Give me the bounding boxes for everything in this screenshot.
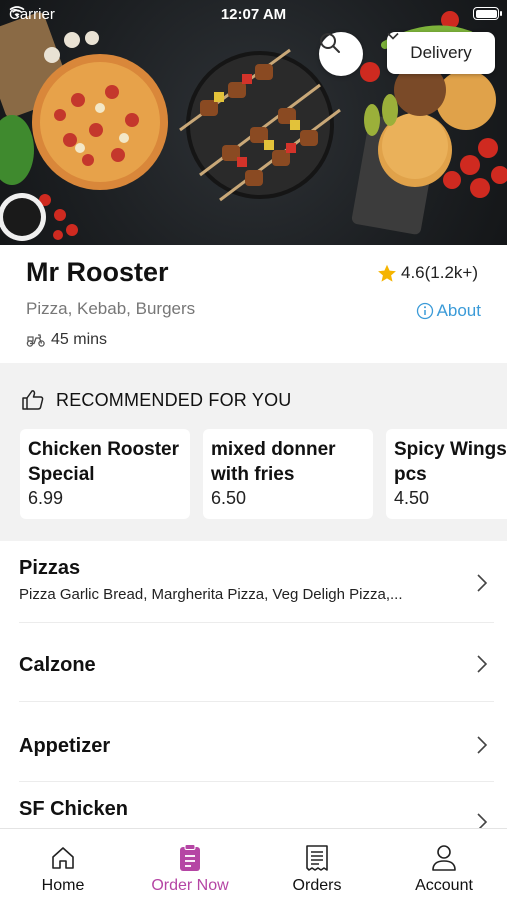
chevron-right-icon xyxy=(477,736,488,754)
recommended-item-price: 6.99 xyxy=(28,488,64,508)
info-icon xyxy=(416,302,433,320)
search-button[interactable] xyxy=(319,32,363,76)
tab-label: Orders xyxy=(292,877,342,894)
recommended-item-title: Spicy Wings 6 pcs xyxy=(394,439,507,485)
delivery-mode-label: Delivery xyxy=(410,43,472,62)
chevron-right-icon xyxy=(477,655,488,673)
tab-orders[interactable]: Orders xyxy=(254,829,380,900)
order-icon xyxy=(180,844,200,871)
chevron-right-icon xyxy=(477,813,488,828)
category-row-sf-chicken[interactable]: SF Chicken xyxy=(19,798,494,828)
tab-label: Order Now xyxy=(151,877,229,894)
bottom-tab-bar: Home Order Now Orders Account xyxy=(0,828,507,900)
recommended-item-price: 6.50 xyxy=(211,488,247,508)
person-icon xyxy=(432,845,456,871)
chevron-down-icon xyxy=(387,32,399,40)
tab-label: Account xyxy=(415,877,473,894)
recommended-item-card[interactable]: Chicken Rooster Special 6.99 xyxy=(20,429,190,519)
home-icon xyxy=(52,847,74,869)
status-time: 12:07 AM xyxy=(220,6,287,23)
category-name: Appetizer xyxy=(19,735,111,757)
divider xyxy=(19,622,494,623)
hero-banner: Carrier 12:07 AM Delivery xyxy=(0,0,507,245)
search-icon xyxy=(320,33,340,53)
recommended-title: RECOMMENDED FOR YOU xyxy=(56,389,292,410)
about-link[interactable]: About xyxy=(416,301,481,321)
recommended-item-card[interactable]: Spicy Wings 6 pcs 4.50 xyxy=(386,429,507,519)
recommended-item-title: mixed donner with fries xyxy=(211,439,336,485)
divider xyxy=(19,701,494,702)
status-bar: Carrier 12:07 AM xyxy=(0,0,507,28)
delivery-mode-select[interactable]: Delivery xyxy=(387,32,495,74)
delivery-time: 45 mins xyxy=(26,331,107,349)
recommended-item-card[interactable]: mixed donner with fries 6.50 xyxy=(203,429,373,519)
category-description: Pizza Garlic Bread, Margherita Pizza, Ve… xyxy=(19,586,403,603)
receipt-icon xyxy=(306,845,328,871)
restaurant-name: Mr Rooster xyxy=(26,257,169,287)
recommended-list: Chicken Rooster Special 6.99 mixed donne… xyxy=(20,429,507,519)
restaurant-cuisines: Pizza, Kebab, Burgers xyxy=(26,299,196,318)
tab-label: Home xyxy=(41,877,85,894)
category-name: Calzone xyxy=(19,654,96,676)
tab-account[interactable]: Account xyxy=(381,829,507,900)
category-row-appetizer[interactable]: Appetizer xyxy=(19,735,494,758)
restaurant-info: Mr Rooster 4.6(1.2k+) Pizza, Kebab, Burg… xyxy=(0,245,507,363)
about-label: About xyxy=(436,301,481,320)
scooter-icon xyxy=(26,334,45,347)
restaurant-rating: 4.6(1.2k+) xyxy=(377,263,478,283)
tab-home[interactable]: Home xyxy=(0,829,126,900)
battery-icon xyxy=(473,7,502,20)
recommended-section: RECOMMENDED FOR YOU Chicken Rooster Spec… xyxy=(0,363,507,541)
chevron-right-icon xyxy=(477,574,488,592)
category-name: Pizzas xyxy=(19,557,81,579)
recommended-item-price: 4.50 xyxy=(394,488,430,508)
menu-category-list: Pizzas Pizza Garlic Bread, Margherita Pi… xyxy=(0,541,507,828)
rating-value: 4.6(1.2k+) xyxy=(400,263,478,282)
delivery-time-value: 45 mins xyxy=(51,331,108,348)
category-row-calzone[interactable]: Calzone xyxy=(19,654,494,677)
divider xyxy=(19,781,494,782)
thumbs-up-icon xyxy=(22,390,44,410)
tab-order-now[interactable]: Order Now xyxy=(127,829,253,900)
recommended-item-title: Chicken Rooster Special xyxy=(28,439,179,485)
category-row-pizzas[interactable]: Pizzas Pizza Garlic Bread, Margherita Pi… xyxy=(19,557,494,603)
star-icon xyxy=(378,264,396,282)
recommended-header: RECOMMENDED FOR YOU xyxy=(21,389,291,411)
category-name: SF Chicken xyxy=(19,798,128,820)
